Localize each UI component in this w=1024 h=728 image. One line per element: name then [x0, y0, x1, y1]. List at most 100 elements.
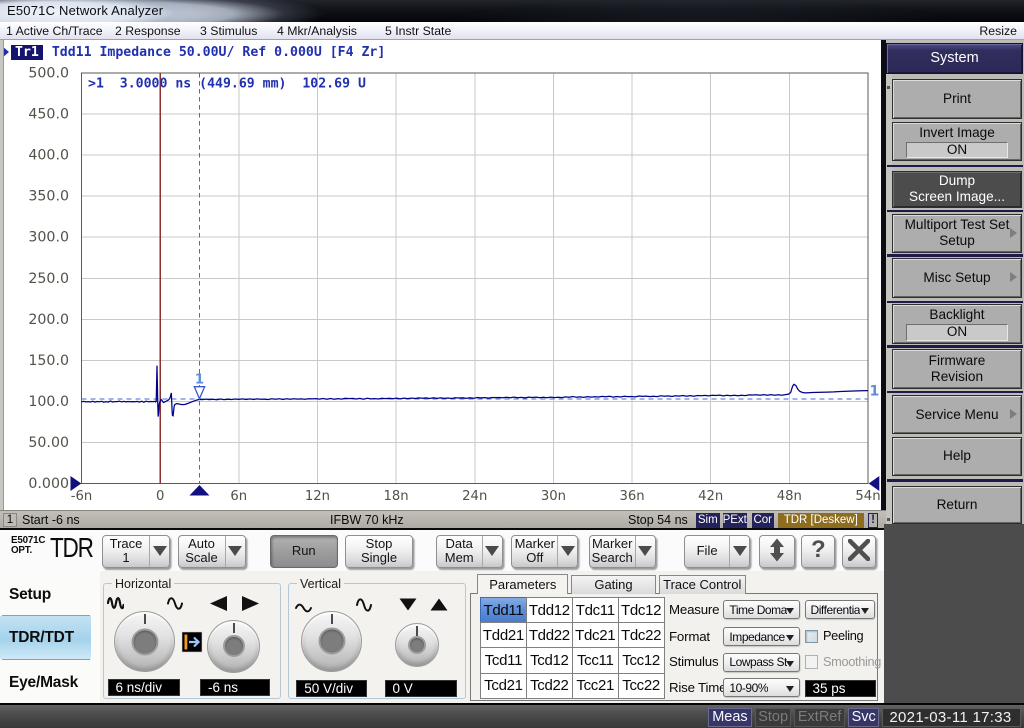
softkey-multiport-test-set[interactable]: Multiport Test SetSetup	[892, 214, 1022, 253]
menu-item-1[interactable]: 1 Active Ch/Trace	[6, 24, 103, 38]
trace-badge: Tr1	[11, 45, 43, 60]
horizontal-scale-knob[interactable]	[114, 611, 175, 672]
svg-text:24n: 24n	[462, 489, 487, 504]
mode-tabs: SetupTDR/TDTEye/Mask	[0, 571, 100, 703]
menu-item-2[interactable]: 2 Response	[115, 24, 181, 38]
toolbar-button-label: File	[685, 544, 730, 558]
tdr-chart[interactable]: 500.0450.0400.0350.0300.0250.0200.0150.0…	[0, 65, 884, 510]
softkey-misc-setup[interactable]: Misc Setup	[892, 258, 1022, 299]
matrix-cell-tcc22[interactable]: Tcc22	[618, 673, 665, 699]
softkey-value: ON	[906, 324, 1008, 341]
matrix-cell-tdc21[interactable]: Tdc21	[572, 622, 619, 648]
svg-text:42n: 42n	[698, 489, 723, 504]
svg-text:500.0: 500.0	[28, 66, 69, 82]
dropdown-arrow-icon[interactable]	[729, 536, 749, 567]
menu-item-4[interactable]: 4 Mkr/Analysis	[277, 24, 357, 38]
svg-text:48n: 48n	[777, 489, 802, 504]
softkey-firmware[interactable]: FirmwareRevision	[892, 349, 1022, 389]
position-right-icon	[241, 596, 260, 611]
toolbar-button-close[interactable]	[842, 535, 876, 568]
horizontal-offset-icon	[181, 631, 203, 653]
softkey-invert-image[interactable]: Invert ImageON	[892, 122, 1022, 162]
matrix-cell-tcd12[interactable]: Tcd12	[526, 647, 573, 673]
softkey-print[interactable]: Print	[892, 79, 1022, 120]
stop-value: Stop 54 ns	[628, 513, 688, 527]
svg-text:54n: 54n	[855, 489, 880, 504]
toolbar-button-run[interactable]: Run	[270, 535, 339, 568]
toolbar-button-data-mem[interactable]: DataMem	[436, 535, 503, 568]
scrollbar-down-arrow-icon[interactable]	[887, 518, 890, 521]
mode-tab-setup[interactable]: Setup	[0, 575, 91, 615]
dropdown-arrow-icon[interactable]	[635, 536, 655, 567]
mode-tab-eye-mask[interactable]: Eye/Mask	[0, 663, 91, 703]
matrix-cell-tdd11[interactable]: Tdd11	[480, 597, 527, 623]
softkey-label: Screen Image...	[909, 189, 1005, 205]
softkey-system[interactable]: System	[886, 43, 1023, 74]
softkey-service-menu[interactable]: Service Menu	[892, 395, 1022, 434]
softkey-separator	[887, 391, 1023, 394]
menu-item-3[interactable]: 3 Stimulus	[200, 24, 257, 38]
vertical-scale-knob-cap	[318, 628, 345, 655]
combo-port-mode[interactable]: Differentia	[805, 600, 876, 619]
mode-tab-separator	[2, 659, 90, 660]
toolbar-button-marker-search[interactable]: MarkerSearch	[589, 535, 656, 568]
matrix-cell-tdd22[interactable]: Tdd22	[526, 622, 573, 648]
param-tab-gating[interactable]: Gating	[571, 575, 656, 594]
matrix-cell-tdd12[interactable]: Tdd12	[526, 597, 573, 623]
softkey-backlight[interactable]: BacklightON	[892, 304, 1022, 344]
system-badge-meas: Meas	[708, 708, 752, 727]
combo-measure[interactable]: Time Doma	[723, 600, 799, 619]
toolbar-button-updown[interactable]	[759, 535, 795, 568]
dropdown-arrow-icon[interactable]	[482, 536, 502, 567]
toolbar-button-auto-scale[interactable]: AutoScale	[178, 535, 246, 568]
matrix-cell-tcc12[interactable]: Tcc12	[618, 647, 665, 673]
dropdown-arrow-icon[interactable]	[225, 536, 245, 567]
horizontal-group: Horizontal 6 ns/div-6 ns	[103, 583, 281, 699]
param-tab-trace-control[interactable]: Trace Control	[659, 575, 746, 594]
matrix-cell-tdc11[interactable]: Tdc11	[572, 597, 619, 623]
dropdown-arrow-icon[interactable]	[149, 536, 169, 567]
toolbar-button-trace[interactable]: Trace1	[102, 535, 170, 568]
checkbox-smoothing	[805, 655, 819, 669]
menu-item-5[interactable]: 5 Instr State	[385, 24, 451, 38]
matrix-cell-tdc22[interactable]: Tdc22	[618, 622, 665, 648]
combo-format[interactable]: Impedance	[723, 627, 799, 646]
toolbar-button-help[interactable]: ?	[801, 535, 835, 568]
combo-rise-time[interactable]: 10-90%	[723, 678, 799, 697]
softkey-label: Multiport Test Set	[905, 217, 1010, 233]
resize-button[interactable]: Resize	[979, 24, 1017, 38]
toolbar-button-file[interactable]: File	[684, 535, 751, 568]
scrollbar-up-arrow-icon[interactable]	[887, 86, 890, 89]
matrix-cell-tcc11[interactable]: Tcc11	[572, 647, 619, 673]
svg-text:-6n: -6n	[71, 489, 93, 504]
help-icon: ?	[811, 536, 826, 563]
matrix-cell-tcd22[interactable]: Tcd22	[526, 673, 573, 699]
matrix-cell-tcd21[interactable]: Tcd21	[480, 673, 527, 699]
mode-tab-tdr-tdt[interactable]: TDR/TDT	[0, 616, 91, 659]
toolbar-button-stop-single[interactable]: StopSingle	[345, 535, 413, 568]
matrix-cell-tcc21[interactable]: Tcc21	[572, 673, 619, 699]
horizontal-position-knob[interactable]	[207, 620, 260, 673]
softkey-dump[interactable]: DumpScreen Image...	[892, 171, 1022, 209]
svg-text:18n: 18n	[384, 489, 409, 504]
dropdown-arrow-icon[interactable]	[557, 536, 577, 567]
checkbox-peeling[interactable]	[805, 630, 819, 644]
matrix-cell-tcd11[interactable]: Tcd11	[480, 647, 527, 673]
softkey-help[interactable]: Help	[892, 437, 1022, 476]
start-value: Start -6 ns	[22, 513, 80, 527]
updown-arrow-icon	[766, 538, 788, 562]
vertical-position-knob[interactable]	[395, 623, 439, 667]
trace-info-line[interactable]: Tr1 Tdd11 Impedance 50.00U/ Ref 0.000U […	[2, 43, 385, 61]
toolbar-button-marker-off[interactable]: MarkerOff	[511, 535, 578, 568]
close-icon	[848, 539, 870, 561]
matrix-cell-tdd21[interactable]: Tdd21	[480, 622, 527, 648]
rise-time-display: 35 ps	[805, 680, 876, 698]
matrix-cell-tdc12[interactable]: Tdc12	[618, 597, 665, 623]
vertical-scale-knob[interactable]	[301, 611, 362, 672]
svg-text:400.0: 400.0	[28, 148, 69, 164]
param-tab-parameters[interactable]: Parameters	[477, 574, 568, 594]
combo-stimulus[interactable]: Lowpass St	[723, 653, 799, 672]
param-label-measure: Measure	[669, 602, 719, 617]
softkey-return[interactable]: Return	[892, 486, 1022, 525]
logo-opt: OPT.	[11, 546, 45, 556]
